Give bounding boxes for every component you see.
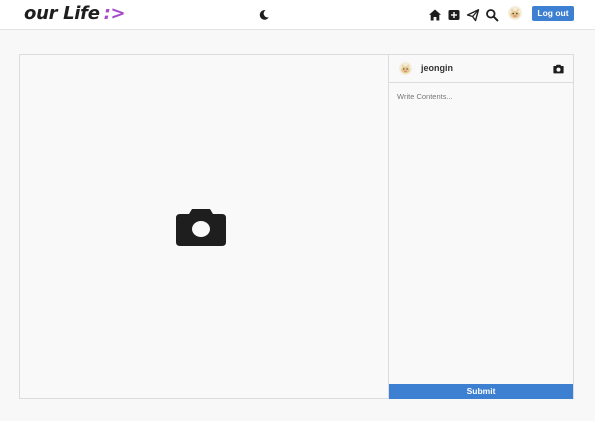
camera-icon[interactable] — [553, 64, 564, 74]
logout-button[interactable]: Log out — [532, 6, 574, 21]
post-side-panel: jeongin Submit — [389, 55, 573, 399]
home-icon[interactable] — [428, 8, 442, 22]
nav-icons — [428, 7, 504, 22]
top-header: our Life:> Log out — [0, 0, 595, 30]
avatar[interactable] — [508, 6, 522, 20]
camera-icon[interactable] — [175, 207, 227, 247]
author-row: jeongin — [389, 55, 573, 83]
moon-icon[interactable] — [258, 8, 270, 20]
content-input[interactable] — [389, 84, 573, 383]
search-icon[interactable] — [485, 8, 499, 22]
logo-text: our Life — [24, 3, 100, 24]
new-post-card: jeongin Submit — [19, 54, 574, 399]
add-post-icon[interactable] — [447, 8, 461, 22]
author-avatar — [399, 62, 412, 75]
image-upload-area[interactable] — [20, 55, 389, 398]
author-name: jeongin — [421, 63, 453, 73]
logo-smile: :> — [103, 3, 126, 24]
submit-button[interactable]: Submit — [389, 384, 573, 399]
send-icon[interactable] — [466, 8, 480, 22]
app-logo[interactable]: our Life:> — [24, 3, 126, 24]
